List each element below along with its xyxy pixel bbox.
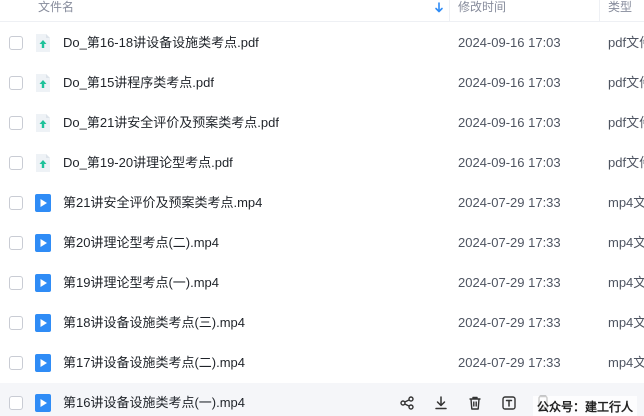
file-type: mp4文件 <box>608 355 644 370</box>
file-type: pdf文件 <box>608 155 644 170</box>
file-type: mp4文件 <box>608 195 644 210</box>
file-time: 2024-07-29 17:33 <box>458 275 561 290</box>
file-time: 2024-09-16 17:03 <box>458 35 561 50</box>
file-type: pdf文件 <box>608 75 644 90</box>
video-play-icon <box>34 233 52 253</box>
file-name[interactable]: 第19讲理论型考点(一).mp4 <box>63 263 219 303</box>
row-checkbox[interactable] <box>9 116 23 130</box>
text-extract-icon[interactable] <box>492 383 526 416</box>
pdf-upload-icon <box>34 73 52 93</box>
file-row[interactable]: 第21讲安全评价及预案类考点.mp4 2024-07-29 17:33 mp4文… <box>0 183 644 223</box>
pdf-upload-icon <box>34 113 52 133</box>
row-checkbox[interactable] <box>9 156 23 170</box>
file-time: 2024-07-29 17:33 <box>458 195 561 210</box>
file-name[interactable]: 第16讲设备设施类考点(一).mp4 <box>63 383 245 416</box>
file-list-header: 文件名 修改时间 类型 <box>0 0 644 22</box>
file-row[interactable]: 第19讲理论型考点(一).mp4 2024-07-29 17:33 mp4文件 <box>0 263 644 303</box>
row-checkbox[interactable] <box>9 276 23 290</box>
file-type: mp4文件 <box>608 275 644 290</box>
file-name[interactable]: 第18讲设备设施类考点(三).mp4 <box>63 303 245 343</box>
file-name[interactable]: 第21讲安全评价及预案类考点.mp4 <box>63 183 262 223</box>
file-name[interactable]: Do_第19-20讲理论型考点.pdf <box>63 143 233 183</box>
file-row[interactable]: Do_第16-18讲设备设施类考点.pdf 2024-09-16 17:03 p… <box>0 23 644 63</box>
row-checkbox[interactable] <box>9 76 23 90</box>
file-row[interactable]: 第20讲理论型考点(二).mp4 2024-07-29 17:33 mp4文件 <box>0 223 644 263</box>
video-play-icon <box>34 393 52 413</box>
file-row[interactable]: 第17讲设备设施类考点(二).mp4 2024-07-29 17:33 mp4文… <box>0 343 644 383</box>
row-checkbox[interactable] <box>9 356 23 370</box>
watermark-text: 公众号：建工行人 <box>533 396 638 416</box>
file-list: Do_第16-18讲设备设施类考点.pdf 2024-09-16 17:03 p… <box>0 23 644 416</box>
row-checkbox[interactable] <box>9 36 23 50</box>
row-checkbox[interactable] <box>9 196 23 210</box>
file-row[interactable]: Do_第19-20讲理论型考点.pdf 2024-09-16 17:03 pdf… <box>0 143 644 183</box>
video-play-icon <box>34 313 52 333</box>
sort-down-arrow-icon[interactable] <box>433 1 445 13</box>
file-name[interactable]: 第17讲设备设施类考点(二).mp4 <box>63 343 245 383</box>
file-type: pdf文件 <box>608 35 644 50</box>
file-row[interactable]: Do_第21讲安全评价及预案类考点.pdf 2024-09-16 17:03 p… <box>0 103 644 143</box>
file-name[interactable]: 第20讲理论型考点(二).mp4 <box>63 223 219 263</box>
column-header-name[interactable]: 文件名 <box>38 0 74 22</box>
column-header-time[interactable]: 修改时间 <box>458 0 506 22</box>
video-play-icon <box>34 353 52 373</box>
pdf-upload-icon <box>34 33 52 53</box>
file-type: mp4文件 <box>608 315 644 330</box>
video-play-icon <box>34 193 52 213</box>
file-time: 2024-09-16 17:03 <box>458 115 561 130</box>
file-type: mp4文件 <box>608 235 644 250</box>
video-play-icon <box>34 273 52 293</box>
file-row[interactable]: 第18讲设备设施类考点(三).mp4 2024-07-29 17:33 mp4文… <box>0 303 644 343</box>
column-header-type[interactable]: 类型 <box>608 0 632 22</box>
file-time: 2024-07-29 17:33 <box>458 235 561 250</box>
file-name[interactable]: Do_第21讲安全评价及预案类考点.pdf <box>63 103 279 143</box>
file-time: 2024-09-16 17:03 <box>458 75 561 90</box>
file-time: 2024-09-16 17:03 <box>458 155 561 170</box>
file-row[interactable]: Do_第15讲程序类考点.pdf 2024-09-16 17:03 pdf文件 <box>0 63 644 103</box>
download-icon[interactable] <box>424 383 458 416</box>
share-icon[interactable] <box>390 383 424 416</box>
column-divider[interactable] <box>599 0 600 22</box>
row-checkbox[interactable] <box>9 236 23 250</box>
column-divider[interactable] <box>449 0 450 22</box>
file-type: pdf文件 <box>608 115 644 130</box>
row-checkbox[interactable] <box>9 316 23 330</box>
pdf-upload-icon <box>34 153 52 173</box>
trash-icon[interactable] <box>458 383 492 416</box>
file-time: 2024-07-29 17:33 <box>458 355 561 370</box>
row-checkbox[interactable] <box>9 396 23 410</box>
file-name[interactable]: Do_第16-18讲设备设施类考点.pdf <box>63 23 259 63</box>
file-name[interactable]: Do_第15讲程序类考点.pdf <box>63 63 214 103</box>
file-time: 2024-07-29 17:33 <box>458 315 561 330</box>
